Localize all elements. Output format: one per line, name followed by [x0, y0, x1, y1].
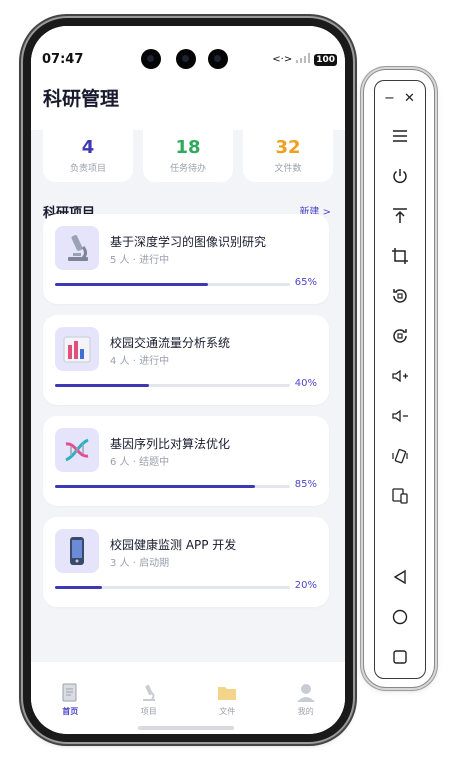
project-meta: 5 人 · 进行中 [110, 255, 170, 266]
tab-label: 项目 [140, 707, 157, 716]
toolbar-panel: − ✕ [374, 80, 426, 679]
progress-track [55, 283, 290, 286]
progress-label: 40% [294, 378, 317, 389]
bottom-tab-bar: 首页 项目 文件 我的 [31, 662, 345, 734]
camera-icon [176, 49, 196, 69]
progress-fill [55, 283, 208, 286]
stat-label: 文件数 [274, 164, 302, 174]
progress-track [55, 485, 290, 488]
power-icon [393, 169, 407, 184]
menu-button[interactable] [388, 124, 412, 148]
close-button[interactable]: ✕ [404, 91, 415, 106]
page-title: 科研管理 [43, 88, 120, 110]
project-card[interactable]: 校园健康监测 APP 开发 3 人 · 启动期 20% [43, 517, 329, 607]
shake-button[interactable] [388, 444, 412, 468]
stat-value: 18 [175, 137, 201, 158]
stats-row: 4 负责项目 18 任务待办 32 文件数 [43, 130, 333, 182]
multi-device-icon [392, 488, 408, 504]
folder-icon [188, 682, 267, 704]
camera-icon [208, 49, 228, 69]
minimize-button[interactable]: − [384, 91, 395, 106]
arrow-up-bar-icon [393, 208, 407, 223]
progress-track [55, 384, 290, 387]
progress-label: 65% [294, 277, 317, 288]
project-name: 校园健康监测 APP 开发 [110, 538, 237, 552]
volume-down-icon [392, 409, 408, 423]
tab-projects[interactable]: 项目 [110, 662, 189, 734]
volume-down-button[interactable] [388, 404, 412, 428]
project-name: 校园交通流量分析系统 [110, 336, 231, 350]
battery-indicator: 100 [314, 53, 337, 66]
project-card[interactable]: 基于深度学习的图像识别研究 5 人 · 进行中 65% [43, 214, 329, 304]
stat-label: 负责项目 [69, 164, 106, 174]
progress-fill [55, 485, 255, 488]
tab-label: 首页 [62, 707, 79, 716]
rotate-left-icon [393, 289, 407, 303]
project-meta: 3 人 · 启动期 [110, 558, 170, 569]
bar-chart-icon [55, 327, 99, 371]
status-bar: 07:47 <·> 100 [31, 26, 345, 78]
progress-fill [55, 586, 102, 589]
progress-track [55, 586, 290, 589]
multi-display-button[interactable] [388, 484, 412, 508]
project-card[interactable]: 基因序列比对算法优化 6 人 · 结题中 85% [43, 416, 329, 506]
rotate-left-button[interactable] [388, 284, 412, 308]
progress-label: 85% [294, 479, 317, 490]
data-transfer-icon: <·> [272, 54, 293, 65]
back-button[interactable] [388, 565, 412, 589]
stat-label: 任务待办 [169, 164, 206, 174]
home-circle-icon [392, 609, 408, 625]
stat-card-tasks[interactable]: 18 任务待办 [143, 130, 233, 182]
tab-me[interactable]: 我的 [267, 662, 346, 734]
tab-label: 我的 [297, 707, 314, 716]
project-meta: 4 人 · 进行中 [110, 356, 170, 367]
rotate-right-icon [393, 329, 407, 343]
project-meta: 6 人 · 结题中 [110, 457, 170, 468]
crop-icon [392, 248, 408, 264]
phone-frame: 07:47 <·> 100 科研管理 4 负责项目 18 任务待办 32 文件数… [23, 18, 353, 742]
status-icons: <·> 100 [272, 53, 337, 66]
power-button[interactable] [388, 164, 412, 188]
project-name: 基于深度学习的图像识别研究 [110, 235, 267, 249]
stat-value: 32 [275, 137, 301, 158]
volume-up-button[interactable] [388, 364, 412, 388]
project-card[interactable]: 校园交通流量分析系统 4 人 · 进行中 40% [43, 315, 329, 405]
tab-home[interactable]: 首页 [31, 662, 110, 734]
tab-label: 文件 [219, 707, 236, 716]
progress-fill [55, 384, 149, 387]
stat-card-projects[interactable]: 4 负责项目 [43, 130, 133, 182]
stat-card-files[interactable]: 32 文件数 [243, 130, 333, 182]
overview-button[interactable] [388, 645, 412, 669]
status-time: 07:47 [42, 52, 84, 67]
menu-icon [393, 130, 407, 142]
back-triangle-icon [393, 569, 406, 585]
rotate-right-button[interactable] [388, 324, 412, 348]
document-icon [31, 682, 110, 704]
app-header: 科研管理 [31, 78, 345, 130]
microscope-icon [55, 226, 99, 270]
project-name: 基因序列比对算法优化 [110, 437, 231, 451]
camera-icon [141, 49, 161, 69]
phone-screen: 07:47 <·> 100 科研管理 4 负责项目 18 任务待办 32 文件数… [31, 26, 345, 734]
signal-icon [296, 53, 311, 66]
progress-label: 20% [294, 580, 317, 591]
emulator-toolbar: − ✕ [364, 70, 434, 687]
home-indicator[interactable] [138, 726, 234, 730]
microscope-icon [110, 682, 189, 704]
phone-icon [55, 529, 99, 573]
stat-value: 4 [81, 137, 95, 158]
shake-device-icon [392, 448, 408, 464]
tab-files[interactable]: 文件 [188, 662, 267, 734]
crop-button[interactable] [388, 244, 412, 268]
home-button[interactable] [388, 605, 412, 629]
volume-up-icon [392, 369, 408, 383]
user-icon [267, 682, 346, 704]
scroll-top-button[interactable] [388, 204, 412, 228]
overview-square-icon [393, 650, 407, 664]
dna-icon [55, 428, 99, 472]
